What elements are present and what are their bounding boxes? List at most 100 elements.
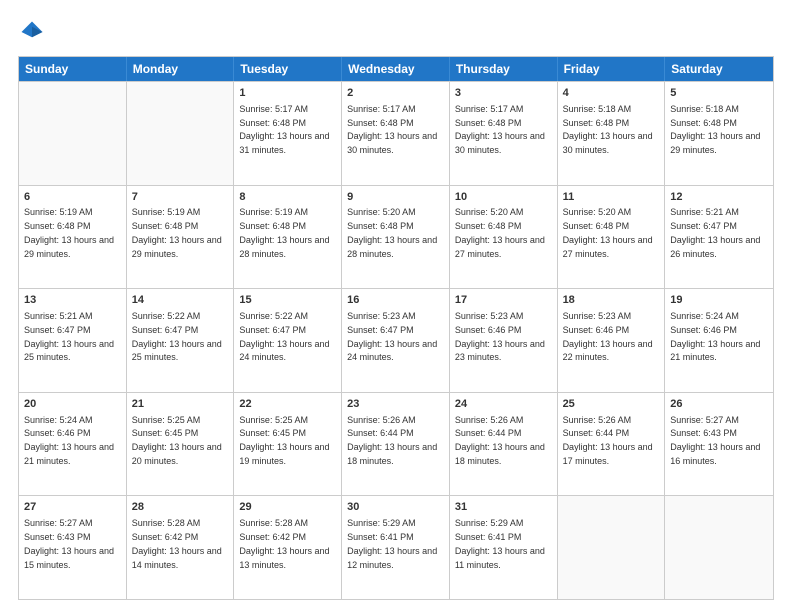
sun-info: Sunrise: 5:29 AM Sunset: 6:41 PM Dayligh… <box>347 518 437 569</box>
calendar-header-cell: Tuesday <box>234 57 342 81</box>
calendar-cell: 7 Sunrise: 5:19 AM Sunset: 6:48 PM Daylig… <box>127 186 235 289</box>
calendar-cell: 29 Sunrise: 5:28 AM Sunset: 6:42 PM Dayli… <box>234 496 342 599</box>
header <box>18 18 774 46</box>
day-number: 1 <box>239 86 336 101</box>
sun-info: Sunrise: 5:21 AM Sunset: 6:47 PM Dayligh… <box>670 207 760 258</box>
sun-info: Sunrise: 5:23 AM Sunset: 6:46 PM Dayligh… <box>455 311 545 362</box>
calendar-cell: 6 Sunrise: 5:19 AM Sunset: 6:48 PM Daylig… <box>19 186 127 289</box>
calendar-cell: 19Sunrise: 5:24 AM Sunset: 6:46 PM Dayli… <box>665 289 773 392</box>
calendar-cell: 9Sunrise: 5:20 AM Sunset: 6:48 PM Daylig… <box>342 186 450 289</box>
sun-info: Sunrise: 5:18 AM Sunset: 6:48 PM Dayligh… <box>563 104 653 155</box>
sun-info: Sunrise: 5:17 AM Sunset: 6:48 PM Dayligh… <box>347 104 437 155</box>
calendar-cell: 2 Sunrise: 5:17 AM Sunset: 6:48 PM Daylig… <box>342 82 450 185</box>
sun-info: Sunrise: 5:26 AM Sunset: 6:44 PM Dayligh… <box>455 415 545 466</box>
day-number: 25 <box>563 397 660 412</box>
day-number: 17 <box>455 293 552 308</box>
calendar-cell <box>19 82 127 185</box>
sun-info: Sunrise: 5:19 AM Sunset: 6:48 PM Dayligh… <box>24 207 114 258</box>
calendar-header-cell: Saturday <box>665 57 773 81</box>
calendar-cell: 24Sunrise: 5:26 AM Sunset: 6:44 PM Dayli… <box>450 393 558 496</box>
calendar-cell: 31 Sunrise: 5:29 AM Sunset: 6:41 PM Dayli… <box>450 496 558 599</box>
logo-icon <box>18 18 46 46</box>
calendar-cell: 30 Sunrise: 5:29 AM Sunset: 6:41 PM Dayli… <box>342 496 450 599</box>
calendar-cell: 11Sunrise: 5:20 AM Sunset: 6:48 PM Dayli… <box>558 186 666 289</box>
calendar-cell: 8 Sunrise: 5:19 AM Sunset: 6:48 PM Daylig… <box>234 186 342 289</box>
calendar-header-cell: Friday <box>558 57 666 81</box>
day-number: 7 <box>132 190 229 205</box>
calendar-week-3: 13 Sunrise: 5:21 AM Sunset: 6:47 PM Dayli… <box>19 288 773 392</box>
sun-info: Sunrise: 5:25 AM Sunset: 6:45 PM Dayligh… <box>239 415 329 466</box>
day-number: 8 <box>239 190 336 205</box>
day-number: 26 <box>670 397 768 412</box>
calendar-cell: 3 Sunrise: 5:17 AM Sunset: 6:48 PM Daylig… <box>450 82 558 185</box>
calendar: SundayMondayTuesdayWednesdayThursdayFrid… <box>18 56 774 600</box>
calendar-cell <box>127 82 235 185</box>
calendar-header-cell: Monday <box>127 57 235 81</box>
sun-info: Sunrise: 5:24 AM Sunset: 6:46 PM Dayligh… <box>24 415 114 466</box>
calendar-cell: 5 Sunrise: 5:18 AM Sunset: 6:48 PM Daylig… <box>665 82 773 185</box>
calendar-cell: 10Sunrise: 5:20 AM Sunset: 6:48 PM Dayli… <box>450 186 558 289</box>
calendar-cell: 16 Sunrise: 5:23 AM Sunset: 6:47 PM Dayli… <box>342 289 450 392</box>
sun-info: Sunrise: 5:26 AM Sunset: 6:44 PM Dayligh… <box>563 415 653 466</box>
calendar-week-1: 1 Sunrise: 5:17 AM Sunset: 6:48 PM Daylig… <box>19 81 773 185</box>
calendar-header-row: SundayMondayTuesdayWednesdayThursdayFrid… <box>19 57 773 81</box>
day-number: 18 <box>563 293 660 308</box>
day-number: 12 <box>670 190 768 205</box>
sun-info: Sunrise: 5:29 AM Sunset: 6:41 PM Dayligh… <box>455 518 545 569</box>
calendar-cell: 25 Sunrise: 5:26 AM Sunset: 6:44 PM Dayli… <box>558 393 666 496</box>
day-number: 30 <box>347 500 444 515</box>
sun-info: Sunrise: 5:22 AM Sunset: 6:47 PM Dayligh… <box>239 311 329 362</box>
calendar-week-4: 20 Sunrise: 5:24 AM Sunset: 6:46 PM Dayli… <box>19 392 773 496</box>
sun-info: Sunrise: 5:26 AM Sunset: 6:44 PM Dayligh… <box>347 415 437 466</box>
calendar-cell: 20 Sunrise: 5:24 AM Sunset: 6:46 PM Dayli… <box>19 393 127 496</box>
sun-info: Sunrise: 5:20 AM Sunset: 6:48 PM Dayligh… <box>563 207 653 258</box>
sun-info: Sunrise: 5:20 AM Sunset: 6:48 PM Dayligh… <box>455 207 545 258</box>
day-number: 5 <box>670 86 768 101</box>
day-number: 20 <box>24 397 121 412</box>
calendar-cell: 14Sunrise: 5:22 AM Sunset: 6:47 PM Dayli… <box>127 289 235 392</box>
calendar-week-2: 6 Sunrise: 5:19 AM Sunset: 6:48 PM Daylig… <box>19 185 773 289</box>
logo <box>18 18 50 46</box>
day-number: 9 <box>347 190 444 205</box>
sun-info: Sunrise: 5:25 AM Sunset: 6:45 PM Dayligh… <box>132 415 222 466</box>
calendar-cell: 12 Sunrise: 5:21 AM Sunset: 6:47 PM Dayli… <box>665 186 773 289</box>
calendar-cell: 4Sunrise: 5:18 AM Sunset: 6:48 PM Daylig… <box>558 82 666 185</box>
sun-info: Sunrise: 5:17 AM Sunset: 6:48 PM Dayligh… <box>239 104 329 155</box>
sun-info: Sunrise: 5:27 AM Sunset: 6:43 PM Dayligh… <box>24 518 114 569</box>
day-number: 21 <box>132 397 229 412</box>
calendar-header-cell: Thursday <box>450 57 558 81</box>
page: SundayMondayTuesdayWednesdayThursdayFrid… <box>0 0 792 612</box>
sun-info: Sunrise: 5:28 AM Sunset: 6:42 PM Dayligh… <box>132 518 222 569</box>
sun-info: Sunrise: 5:27 AM Sunset: 6:43 PM Dayligh… <box>670 415 760 466</box>
day-number: 31 <box>455 500 552 515</box>
sun-info: Sunrise: 5:28 AM Sunset: 6:42 PM Dayligh… <box>239 518 329 569</box>
day-number: 28 <box>132 500 229 515</box>
day-number: 6 <box>24 190 121 205</box>
day-number: 23 <box>347 397 444 412</box>
calendar-cell: 15 Sunrise: 5:22 AM Sunset: 6:47 PM Dayli… <box>234 289 342 392</box>
sun-info: Sunrise: 5:22 AM Sunset: 6:47 PM Dayligh… <box>132 311 222 362</box>
sun-info: Sunrise: 5:23 AM Sunset: 6:47 PM Dayligh… <box>347 311 437 362</box>
calendar-cell: 21 Sunrise: 5:25 AM Sunset: 6:45 PM Dayli… <box>127 393 235 496</box>
calendar-cell: 22 Sunrise: 5:25 AM Sunset: 6:45 PM Dayli… <box>234 393 342 496</box>
sun-info: Sunrise: 5:18 AM Sunset: 6:48 PM Dayligh… <box>670 104 760 155</box>
sun-info: Sunrise: 5:24 AM Sunset: 6:46 PM Dayligh… <box>670 311 760 362</box>
day-number: 2 <box>347 86 444 101</box>
calendar-body: 1 Sunrise: 5:17 AM Sunset: 6:48 PM Daylig… <box>19 81 773 599</box>
calendar-cell: 13 Sunrise: 5:21 AM Sunset: 6:47 PM Dayli… <box>19 289 127 392</box>
sun-info: Sunrise: 5:19 AM Sunset: 6:48 PM Dayligh… <box>132 207 222 258</box>
calendar-cell: 28 Sunrise: 5:28 AM Sunset: 6:42 PM Dayli… <box>127 496 235 599</box>
sun-info: Sunrise: 5:21 AM Sunset: 6:47 PM Dayligh… <box>24 311 114 362</box>
calendar-cell: 18 Sunrise: 5:23 AM Sunset: 6:46 PM Dayli… <box>558 289 666 392</box>
day-number: 22 <box>239 397 336 412</box>
day-number: 29 <box>239 500 336 515</box>
sun-info: Sunrise: 5:23 AM Sunset: 6:46 PM Dayligh… <box>563 311 653 362</box>
day-number: 27 <box>24 500 121 515</box>
day-number: 3 <box>455 86 552 101</box>
calendar-cell: 26 Sunrise: 5:27 AM Sunset: 6:43 PM Dayli… <box>665 393 773 496</box>
sun-info: Sunrise: 5:19 AM Sunset: 6:48 PM Dayligh… <box>239 207 329 258</box>
day-number: 15 <box>239 293 336 308</box>
day-number: 16 <box>347 293 444 308</box>
day-number: 13 <box>24 293 121 308</box>
sun-info: Sunrise: 5:17 AM Sunset: 6:48 PM Dayligh… <box>455 104 545 155</box>
